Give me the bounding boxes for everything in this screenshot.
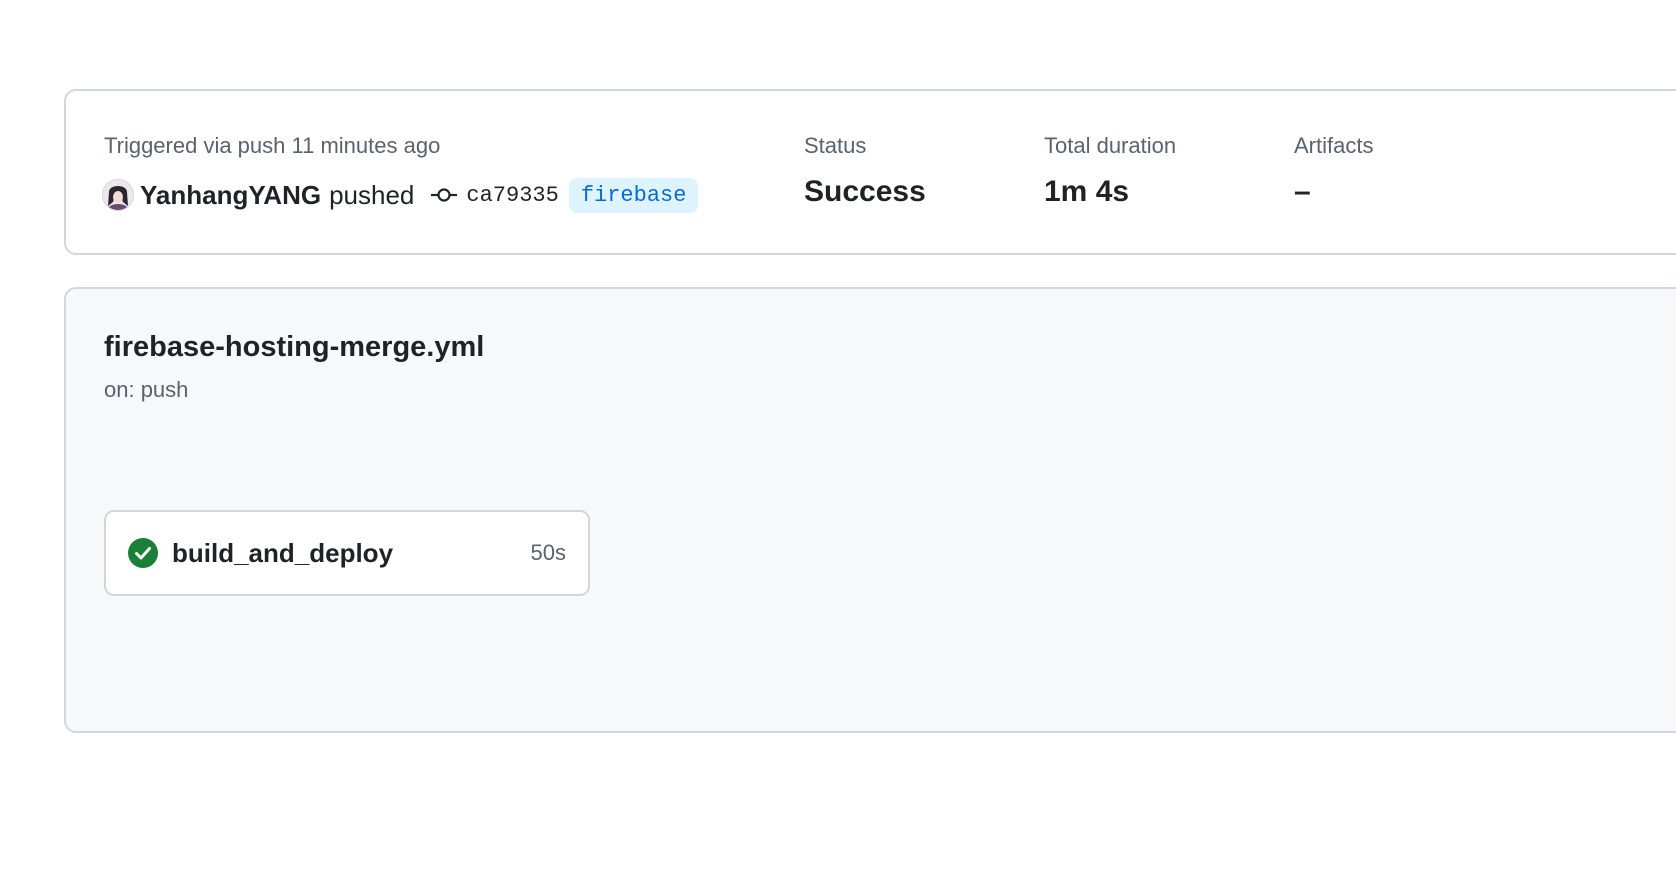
workflow-graph-card: firebase-hosting-merge.yml on: push buil… <box>64 287 1676 733</box>
job-name: build_and_deploy <box>172 537 394 568</box>
duration-value: 1m 4s <box>1044 175 1130 208</box>
workflow-trigger: on: push <box>104 377 189 402</box>
status-label: Status <box>804 133 867 158</box>
status-stat: Status Success <box>804 133 926 209</box>
pushed-text: pushed <box>329 179 415 210</box>
workflow-file-title[interactable]: firebase-hosting-merge.yml <box>104 331 484 364</box>
duration-stat: Total duration 1m 4s <box>1044 133 1176 209</box>
workflow-run-page: Triggered via push 11 minutes ago Yanhan… <box>0 0 1676 890</box>
run-summary-card: Triggered via push 11 minutes ago Yanhan… <box>64 89 1676 255</box>
artifacts-stat: Artifacts – <box>1294 133 1373 209</box>
status-value: Success <box>804 175 926 208</box>
artifacts-label: Artifacts <box>1294 133 1374 158</box>
avatar[interactable] <box>102 179 134 211</box>
trigger-label: Triggered via push 11 minutes ago <box>104 133 441 158</box>
check-circle-icon <box>128 538 158 568</box>
duration-label: Total duration <box>1044 133 1177 158</box>
branch-badge[interactable]: firebase <box>568 177 699 213</box>
artifacts-value: – <box>1294 175 1311 208</box>
user-name-link[interactable]: YanhangYANG <box>140 180 321 211</box>
git-commit-icon <box>430 186 458 204</box>
commit-sha-link[interactable]: ca79335 <box>466 183 558 208</box>
trigger-details: YanhangYANG pushed ca79335 firebase <box>102 177 699 213</box>
job-duration: 50s <box>530 540 566 565</box>
job-card[interactable]: build_and_deploy 50s <box>104 510 590 596</box>
